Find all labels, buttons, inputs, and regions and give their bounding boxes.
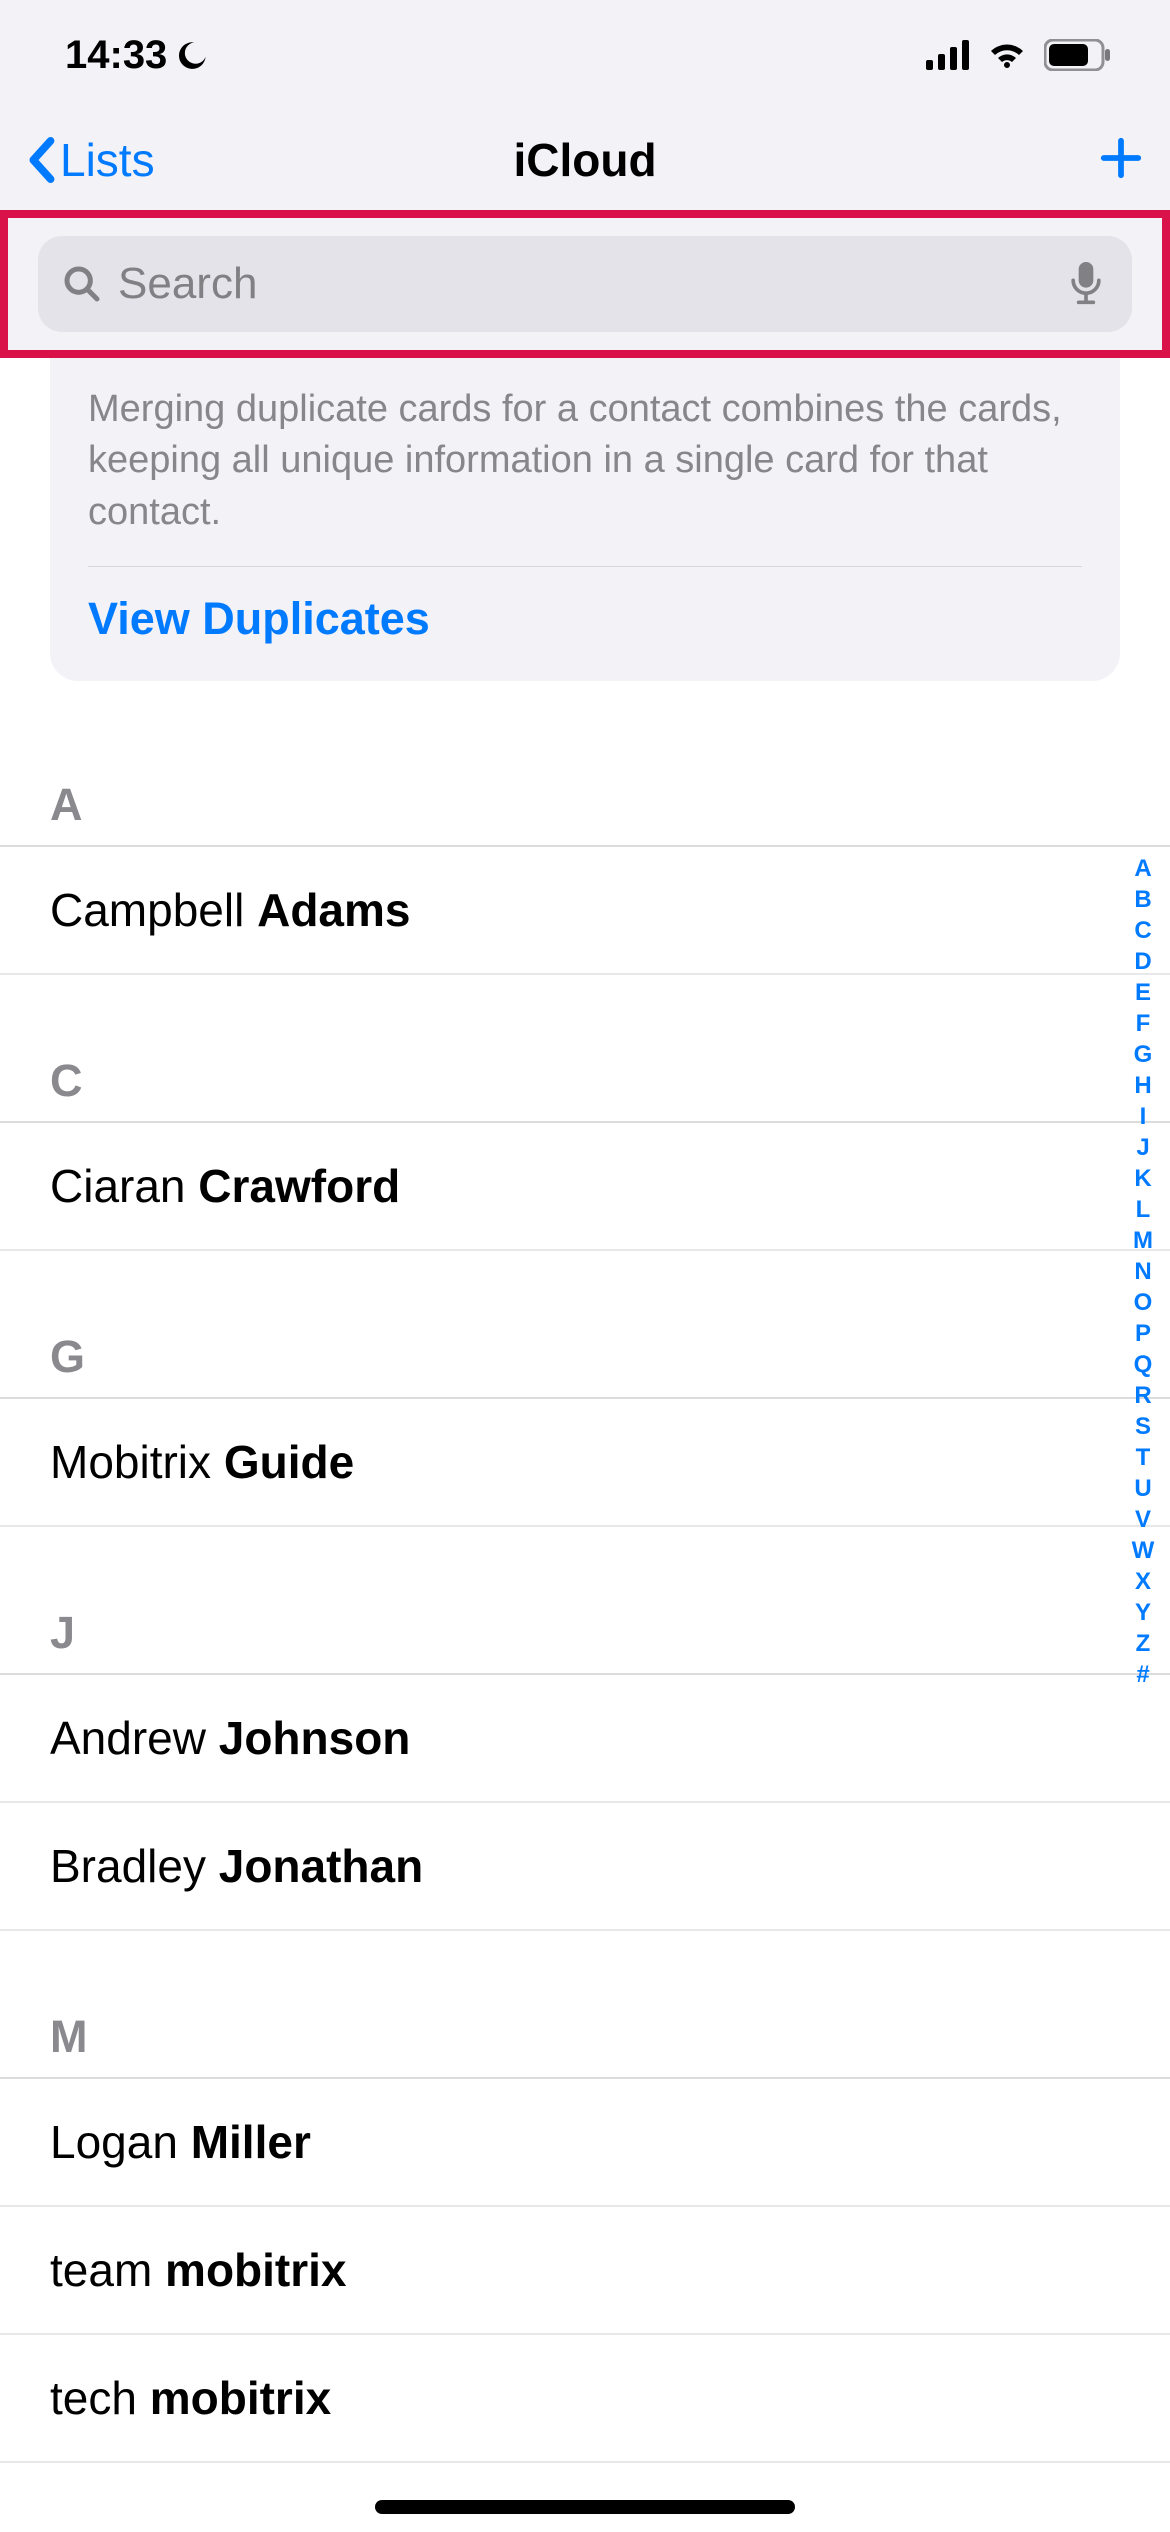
index-letter[interactable]: P: [1128, 1320, 1158, 1348]
index-letter[interactable]: U: [1128, 1475, 1158, 1503]
section-header: G: [0, 1313, 1170, 1399]
back-button[interactable]: Lists: [26, 133, 155, 187]
contact-row[interactable]: Bradley Jonathan: [0, 1803, 1170, 1931]
section-header: J: [0, 1589, 1170, 1675]
duplicates-description: Merging duplicate cards for a contact co…: [88, 384, 1082, 538]
index-letter[interactable]: G: [1128, 1041, 1158, 1069]
index-letter[interactable]: J: [1128, 1134, 1158, 1162]
contact-row[interactable]: tech mobitrix: [0, 2335, 1170, 2463]
index-letter[interactable]: H: [1128, 1072, 1158, 1100]
index-letter[interactable]: T: [1128, 1444, 1158, 1472]
index-letter[interactable]: V: [1128, 1506, 1158, 1534]
status-right: [926, 39, 1110, 71]
microphone-icon[interactable]: [1070, 262, 1102, 306]
status-bar: 14:33: [0, 0, 1170, 110]
contact-first-name: tech: [50, 2372, 137, 2424]
home-indicator[interactable]: [375, 2500, 795, 2514]
status-time: 14:33: [65, 33, 167, 78]
add-contact-button[interactable]: [1098, 135, 1144, 186]
wifi-icon: [986, 40, 1028, 70]
contact-first-name: Logan: [50, 2116, 178, 2168]
index-letter[interactable]: Y: [1128, 1599, 1158, 1627]
section-gap: [0, 975, 1170, 1037]
duplicates-card-container: Merging duplicate cards for a contact co…: [0, 358, 1170, 681]
duplicates-card: Merging duplicate cards for a contact co…: [50, 358, 1120, 681]
plus-icon: [1098, 135, 1144, 181]
contact-row[interactable]: Logan Miller: [0, 2079, 1170, 2207]
section-header: M: [0, 1993, 1170, 2079]
contact-row[interactable]: Campbell Adams: [0, 847, 1170, 975]
contact-last-name: Crawford: [198, 1160, 400, 1212]
section-header: A: [0, 761, 1170, 847]
divider: [88, 566, 1082, 567]
contact-first-name: Andrew: [50, 1712, 206, 1764]
index-letter[interactable]: Z: [1128, 1630, 1158, 1658]
contact-last-name: mobitrix: [165, 2244, 346, 2296]
chevron-left-icon: [26, 137, 56, 183]
cellular-signal-icon: [926, 40, 970, 70]
contact-row[interactable]: Ciaran Crawford: [0, 1123, 1170, 1251]
index-letter[interactable]: L: [1128, 1196, 1158, 1224]
index-letter[interactable]: S: [1128, 1413, 1158, 1441]
index-letter[interactable]: I: [1128, 1103, 1158, 1131]
index-letter[interactable]: M: [1128, 1227, 1158, 1255]
contact-row[interactable]: team mobitrix: [0, 2207, 1170, 2335]
do-not-disturb-icon: [177, 39, 209, 71]
contact-last-name: Miller: [191, 2116, 311, 2168]
nav-title: iCloud: [513, 133, 656, 187]
view-duplicates-button[interactable]: View Duplicates: [88, 593, 1082, 645]
index-letter[interactable]: X: [1128, 1568, 1158, 1596]
back-label: Lists: [60, 133, 155, 187]
index-letter[interactable]: D: [1128, 948, 1158, 976]
section-gap: [0, 1527, 1170, 1589]
search-bar[interactable]: [38, 236, 1132, 332]
section-header: C: [0, 1037, 1170, 1123]
contact-list: ACampbell AdamsCCiaran CrawfordGMobitrix…: [0, 761, 1170, 2463]
index-scrubber[interactable]: ABCDEFGHIJKLMNOPQRSTUVWXYZ #: [1128, 855, 1158, 1689]
contact-row[interactable]: Andrew Johnson: [0, 1675, 1170, 1803]
index-letter[interactable]: W: [1128, 1537, 1158, 1565]
index-letter[interactable]: N: [1128, 1258, 1158, 1286]
section-gap: [0, 1931, 1170, 1993]
contact-first-name: team: [50, 2244, 152, 2296]
search-input[interactable]: [118, 259, 1054, 309]
contact-first-name: Mobitrix: [50, 1436, 211, 1488]
contact-first-name: Campbell: [50, 884, 244, 936]
contact-first-name: Bradley: [50, 1840, 206, 1892]
contact-row[interactable]: Mobitrix Guide: [0, 1399, 1170, 1527]
battery-icon: [1044, 39, 1110, 71]
index-letter[interactable]: C: [1128, 917, 1158, 945]
search-highlight-box: [0, 210, 1170, 358]
index-letter[interactable]: K: [1128, 1165, 1158, 1193]
search-icon: [62, 264, 102, 304]
index-letter[interactable]: B: [1128, 886, 1158, 914]
index-letter[interactable]: #: [1128, 1661, 1158, 1689]
contact-last-name: Guide: [224, 1436, 354, 1488]
contact-first-name: Ciaran: [50, 1160, 186, 1212]
section-gap: [0, 1251, 1170, 1313]
index-letter[interactable]: R: [1128, 1382, 1158, 1410]
nav-header: Lists iCloud: [0, 110, 1170, 210]
contact-last-name: Johnson: [219, 1712, 411, 1764]
index-letter[interactable]: O: [1128, 1289, 1158, 1317]
index-letter[interactable]: E: [1128, 979, 1158, 1007]
contact-last-name: Adams: [257, 884, 410, 936]
index-letter[interactable]: A: [1128, 855, 1158, 883]
index-letter[interactable]: Q: [1128, 1351, 1158, 1379]
index-letter[interactable]: F: [1128, 1010, 1158, 1038]
contact-last-name: mobitrix: [150, 2372, 331, 2424]
contact-last-name: Jonathan: [219, 1840, 423, 1892]
status-left: 14:33: [65, 33, 209, 78]
